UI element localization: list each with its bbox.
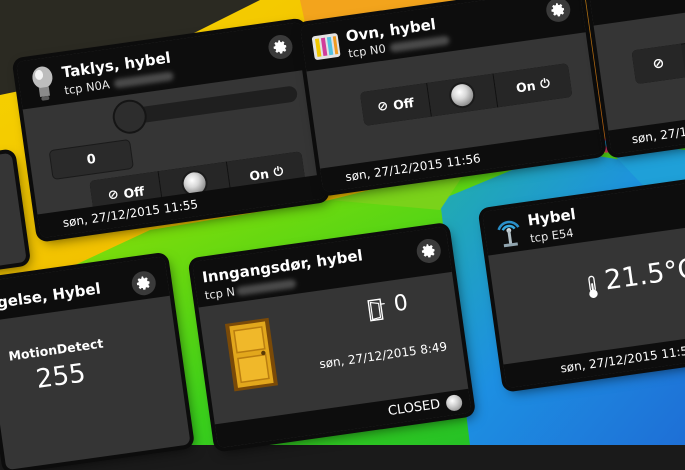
heater-icon: [311, 33, 341, 60]
door-icon: [224, 317, 278, 392]
power-icon: ⏻: [539, 75, 551, 91]
switch-button-group: ⊘: [631, 29, 685, 85]
off-button-label: Off: [122, 182, 146, 201]
card-header: [588, 0, 685, 26]
on-button-label: On: [248, 165, 270, 184]
state-led-icon: [445, 393, 464, 412]
on-button[interactable]: On ⏻: [493, 63, 573, 108]
off-button[interactable]: ⊘: [631, 43, 685, 85]
lightbulb-icon: [32, 66, 53, 101]
on-button-label: On: [514, 77, 537, 95]
off-button-label: Off: [392, 94, 415, 113]
off-button[interactable]: ⊘ Off: [359, 82, 433, 126]
last-updated-timestamp: søn, 27/12/2015 11:5: [630, 115, 685, 147]
off-icon: ⊘: [376, 98, 390, 115]
device-card-motion: gelse, Hybel MotionDetect 255: [0, 256, 191, 470]
status-led-icon: [449, 82, 475, 108]
open-door-icon: [367, 298, 385, 322]
sensor-value: 255: [34, 358, 88, 395]
level-value-field[interactable]: 0: [48, 138, 134, 181]
off-icon: ⊘: [651, 55, 666, 73]
switch-button-group: ⊘ Off On ⏻: [359, 63, 573, 126]
device-card-temperature: Hybel tcp E54 21.5°C søn, 27/12/2015 11:…: [482, 179, 685, 389]
sensor-label: MotionDetect: [7, 335, 105, 364]
temperature-value: 21.5°C: [602, 252, 685, 297]
power-icon: ⏻: [272, 163, 285, 179]
status-indicator: [427, 73, 498, 117]
last-updated-timestamp: søn, 27/12/2015 8:49: [318, 339, 448, 372]
thermometer-icon: [588, 275, 598, 298]
device-card-door: Inngangsdør, hybel tcp N 0 søn, 27/12/20…: [192, 226, 472, 449]
door-state-label: CLOSED: [387, 396, 442, 420]
open-count: 0: [392, 290, 410, 318]
antenna-icon: [497, 220, 520, 248]
slider-handle[interactable]: [112, 99, 147, 134]
off-icon: ⊘: [106, 186, 120, 203]
